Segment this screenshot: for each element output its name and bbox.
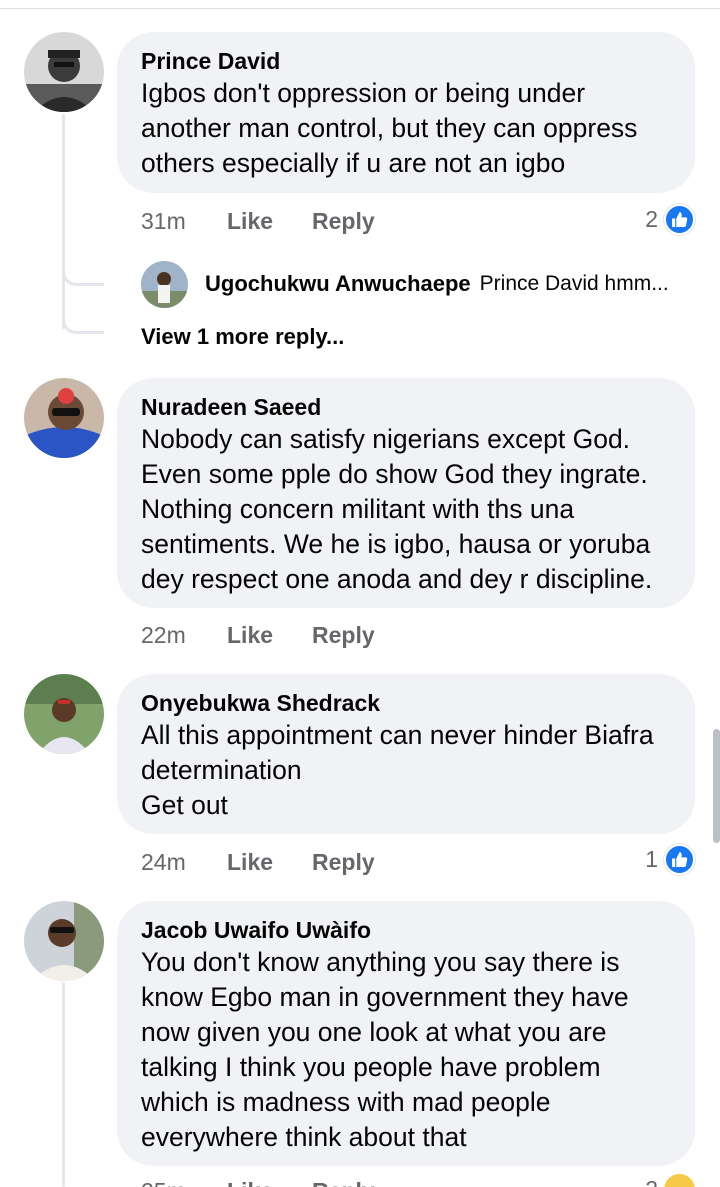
like-button[interactable]: Like — [227, 849, 312, 876]
reaction-count: 1 — [645, 845, 658, 872]
avatar[interactable] — [24, 674, 104, 754]
comment-bubble[interactable]: Prince David Igbos don't oppression or b… — [117, 32, 695, 193]
thumbs-up-icon — [664, 203, 695, 235]
like-button[interactable]: Like — [227, 1178, 312, 1187]
reaction-summary[interactable]: 2 — [645, 202, 695, 236]
reply-preview[interactable]: Ugochukwu Anwuchaepe Prince David hmm... — [141, 260, 669, 308]
avatar-photo — [141, 260, 188, 308]
comment-timestamp[interactable]: 31m — [141, 208, 227, 235]
comment-author[interactable]: Onyebukwa Shedrack — [141, 688, 671, 718]
scrollbar[interactable] — [713, 729, 720, 843]
comment-timestamp[interactable]: 24m — [141, 849, 227, 876]
comment-text: You don't know anything you say there is… — [141, 947, 629, 1152]
comment-author[interactable]: Nuradeen Saeed — [141, 392, 671, 422]
thumbs-up-icon — [664, 843, 695, 875]
reply-button[interactable]: Reply — [312, 622, 375, 649]
comment-text: Igbos don't oppression or being under an… — [141, 78, 638, 178]
comment-author[interactable]: Prince David — [141, 46, 671, 76]
avatar[interactable] — [24, 32, 104, 112]
reaction-summary[interactable]: 1 — [645, 842, 695, 876]
thread-line — [62, 982, 65, 1187]
comment-actions: 22m Like Reply — [141, 618, 375, 652]
reaction-count: 2 — [645, 205, 658, 232]
avatar-photo — [24, 32, 104, 112]
comment-actions: 25m Like Reply — [141, 1174, 375, 1187]
avatar[interactable] — [24, 378, 104, 458]
comment-text: All this appointment can never hinder Bi… — [141, 720, 654, 820]
thread-line — [62, 114, 65, 329]
like-button[interactable]: Like — [227, 622, 312, 649]
comment-text: Nobody can satisfy nigerians except God.… — [141, 424, 653, 594]
avatar[interactable] — [24, 901, 104, 981]
reply-snippet: Prince David hmm... — [479, 272, 669, 295]
comment-timestamp[interactable]: 22m — [141, 622, 227, 649]
comment-bubble[interactable]: Onyebukwa Shedrack All this appointment … — [117, 674, 695, 834]
reply-button[interactable]: Reply — [312, 849, 375, 876]
reply-button[interactable]: Reply — [312, 208, 375, 235]
laughing-face-icon — [664, 1173, 695, 1187]
thread-branch — [62, 316, 104, 334]
avatar-photo — [24, 378, 104, 458]
like-button[interactable]: Like — [227, 208, 312, 235]
top-divider — [0, 8, 720, 9]
view-more-replies-link[interactable]: View 1 more reply... — [141, 324, 344, 350]
comment-actions: 24m Like Reply — [141, 845, 375, 879]
reaction-count: 2 — [645, 1176, 658, 1187]
comment-timestamp[interactable]: 25m — [141, 1178, 227, 1187]
comment-bubble[interactable]: Jacob Uwaifo Uwàifo You don't know anyth… — [117, 901, 695, 1166]
reply-button[interactable]: Reply — [312, 1178, 375, 1187]
comment-actions: 31m Like Reply — [141, 204, 375, 238]
reply-author[interactable]: Ugochukwu Anwuchaepe — [205, 271, 471, 297]
thread-branch — [62, 268, 104, 286]
avatar-photo — [24, 674, 104, 754]
comment-author[interactable]: Jacob Uwaifo Uwàifo — [141, 915, 671, 945]
avatar-photo — [24, 901, 104, 981]
comment-bubble[interactable]: Nuradeen Saeed Nobody can satisfy nigeri… — [117, 378, 695, 608]
avatar[interactable] — [141, 260, 188, 308]
reaction-summary[interactable]: 2 — [645, 1172, 695, 1187]
